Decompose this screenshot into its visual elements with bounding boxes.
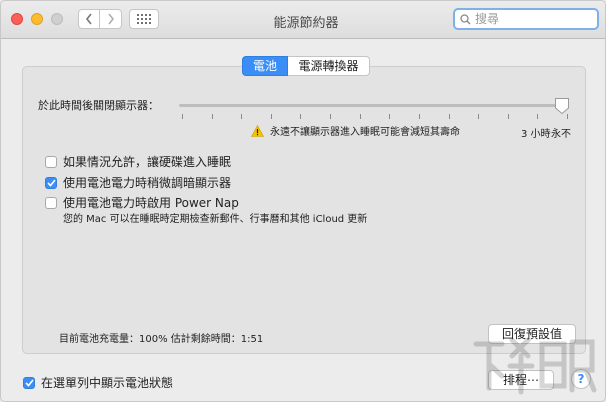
slider-tick bbox=[241, 114, 243, 119]
slider-tick bbox=[211, 114, 213, 119]
display-sleep-label: 於此時間後關閉顯示器： bbox=[38, 99, 159, 112]
zoom-window-button[interactable] bbox=[51, 13, 63, 25]
dim-display-checkbox[interactable] bbox=[45, 176, 57, 189]
show-battery-status-label: 在選單列中顯示電池狀態 bbox=[41, 376, 174, 390]
display-sleep-slider[interactable] bbox=[179, 104, 567, 107]
slider-tick bbox=[300, 114, 302, 119]
energy-saver-window: 能源節約器 電池 電源轉換器 於此時間後關閉顯示器： 永遠不讓顯示器進入睡眠可能… bbox=[0, 0, 606, 402]
power-nap-label: 使用電池電力時啟用 Power Nap bbox=[63, 196, 239, 210]
sleep-warning: 永遠不讓顯示器進入睡眠可能會減短其壽命 bbox=[251, 123, 460, 138]
close-window-button[interactable] bbox=[11, 13, 23, 25]
show-battery-status-checkbox[interactable] bbox=[23, 376, 35, 389]
option-hard-disk-sleep[interactable]: 如果情況允許，讓硬碟進入睡眠 bbox=[45, 153, 231, 170]
warning-text: 永遠不讓顯示器進入睡眠可能會減短其壽命 bbox=[270, 127, 460, 138]
slider-tick bbox=[359, 114, 361, 119]
checkmark-icon bbox=[24, 378, 34, 387]
hard-disk-sleep-label: 如果情況允許，讓硬碟進入睡眠 bbox=[63, 155, 232, 169]
forward-button[interactable] bbox=[100, 9, 122, 29]
search-input[interactable] bbox=[475, 12, 585, 26]
search-field[interactable] bbox=[453, 8, 599, 30]
option-show-battery-status[interactable]: 在選單列中顯示電池狀態 bbox=[23, 374, 173, 391]
slider-tick bbox=[448, 114, 450, 119]
navigation-buttons bbox=[78, 9, 122, 29]
minimize-window-button[interactable] bbox=[31, 13, 43, 25]
slider-tick bbox=[182, 114, 183, 119]
back-button[interactable] bbox=[78, 9, 100, 29]
window-title: 能源節約器 bbox=[273, 16, 339, 31]
slider-tick bbox=[478, 114, 480, 119]
hard-disk-sleep-checkbox[interactable] bbox=[45, 155, 57, 168]
warning-icon bbox=[251, 124, 264, 137]
grid-icon bbox=[137, 14, 151, 24]
slider-tick bbox=[507, 114, 509, 119]
slider-ticks bbox=[182, 114, 568, 120]
toolbar: 能源節約器 bbox=[1, 1, 605, 39]
option-dim-display[interactable]: 使用電池電力時稍微調暗顯示器 bbox=[45, 174, 231, 191]
slider-tick bbox=[330, 114, 332, 119]
tick-label-3-hours: 3 小時 bbox=[521, 129, 551, 140]
search-icon bbox=[460, 13, 471, 24]
tab-battery[interactable]: 電池 bbox=[242, 56, 288, 76]
chevron-right-icon bbox=[107, 13, 114, 25]
tab-bar: 電池 電源轉換器 bbox=[242, 56, 370, 76]
battery-status: 目前電池充電量：100% 估計剩餘時間：1:51 bbox=[59, 334, 264, 345]
checkmark-icon bbox=[46, 178, 56, 187]
watermark-logo bbox=[473, 337, 597, 395]
slider-tick bbox=[418, 114, 420, 119]
slider-thumb[interactable] bbox=[554, 97, 570, 115]
tick-label-never: 永不 bbox=[551, 129, 571, 140]
chevron-left-icon bbox=[85, 13, 92, 25]
dim-display-label: 使用電池電力時稍微調暗顯示器 bbox=[63, 176, 232, 190]
power-nap-description: 您的 Mac 可以在睡眠時定期檢查新郵件、行事曆和其他 iCloud 更新 bbox=[63, 214, 368, 225]
slider-tick bbox=[537, 114, 539, 119]
show-all-button[interactable] bbox=[129, 9, 159, 29]
slider-tick bbox=[389, 114, 391, 119]
slider-tick bbox=[270, 114, 272, 119]
power-nap-checkbox[interactable] bbox=[45, 196, 57, 209]
tab-power-adapter[interactable]: 電源轉換器 bbox=[288, 56, 370, 76]
option-power-nap[interactable]: 使用電池電力時啟用 Power Nap bbox=[45, 194, 239, 211]
